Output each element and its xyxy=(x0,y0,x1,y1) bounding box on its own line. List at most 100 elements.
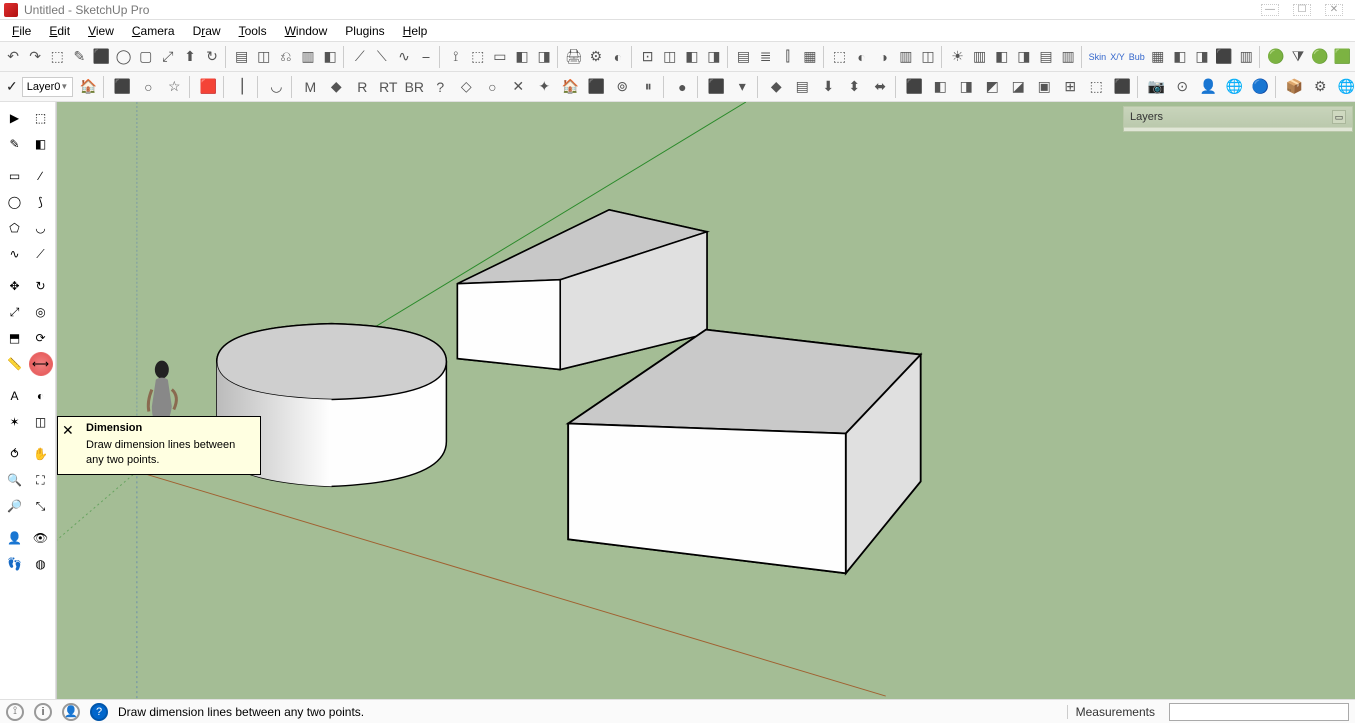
toolbar1-btn-5[interactable]: ◯ xyxy=(113,44,135,70)
toolbar2-btn-10[interactable]: ◡ xyxy=(263,74,289,100)
tool-line[interactable]: ∕ xyxy=(29,164,53,188)
toolbar1-btn-13[interactable]: ⎌ xyxy=(275,44,297,70)
toolbar2-btn-34[interactable]: ⬇ xyxy=(815,74,841,100)
toolbar1-btn-25[interactable]: ◧ xyxy=(511,44,533,70)
maximize-button[interactable]: ☐ xyxy=(1293,4,1311,16)
toolbar1-btn-22[interactable]: ⟟ xyxy=(445,44,467,70)
toolbar2-btn-33[interactable]: ▤ xyxy=(789,74,815,100)
toolbar2-btn-52[interactable]: 🔵 xyxy=(1247,74,1273,100)
tool-position[interactable]: 👤 xyxy=(3,526,27,550)
toolbar1-btn-53[interactable]: ▥ xyxy=(1057,44,1079,70)
toolbar1-btn-18[interactable]: ⟍ xyxy=(371,44,393,70)
toolbar1-btn-39[interactable]: ⫿ xyxy=(777,44,799,70)
toolbar1-btn-17[interactable]: ⟋ xyxy=(349,44,371,70)
toolbar2-btn-23[interactable]: ⬛ xyxy=(583,74,609,100)
toolbar2-btn-27[interactable]: ● xyxy=(669,74,695,100)
menu-draw[interactable]: Draw xyxy=(185,22,229,40)
toolbar2-btn-41[interactable]: ◩ xyxy=(979,74,1005,100)
toolbar1-btn-14[interactable]: ▥ xyxy=(297,44,319,70)
toolbar1-btn-46[interactable]: ◫ xyxy=(917,44,939,70)
tool-pencil[interactable]: ✎ xyxy=(3,132,27,156)
toolbar2-btn-14[interactable]: R xyxy=(349,74,375,100)
menu-file[interactable]: File xyxy=(4,22,39,40)
tool-xray[interactable]: ◍ xyxy=(29,552,53,576)
toolbar1-btn-49[interactable]: ▥ xyxy=(969,44,991,70)
toolbar1-btn-52[interactable]: ▤ xyxy=(1035,44,1057,70)
toolbar1-btn-64[interactable]: 🟩 xyxy=(1331,44,1353,70)
toolbar2-btn-50[interactable]: 👤 xyxy=(1195,74,1221,100)
tool-next[interactable]: ⤡ xyxy=(29,494,53,518)
tool-arc[interactable]: ◡ xyxy=(29,216,53,240)
toolbar1-btn-57[interactable]: ◨ xyxy=(1191,44,1213,70)
toolbar2-btn-36[interactable]: ⬌ xyxy=(867,74,893,100)
toolbar2-btn-45[interactable]: ⬚ xyxy=(1083,74,1109,100)
tool-section[interactable]: ◫ xyxy=(29,410,53,434)
toolbar2-btn-46[interactable]: ⬛ xyxy=(1109,74,1135,100)
toolbar2-btn-0[interactable]: 🏠 xyxy=(75,74,101,100)
toolbar2-btn-49[interactable]: ⊙ xyxy=(1169,74,1195,100)
toolbar1-btn-1[interactable]: ↷ xyxy=(24,44,46,70)
toolbar1-btn-51[interactable]: ◨ xyxy=(1013,44,1035,70)
layer-selector[interactable]: Layer0 ▼ xyxy=(22,77,74,97)
toolbar2-btn-30[interactable]: ▾ xyxy=(729,74,755,100)
tool-rect[interactable]: ▭ xyxy=(3,164,27,188)
tool-orbit[interactable]: ⥀ xyxy=(3,442,27,466)
tool-look[interactable]: 👁 xyxy=(29,526,53,550)
tool-zoomext[interactable]: ⛶ xyxy=(29,468,53,492)
toolbar2-btn-3[interactable]: ○ xyxy=(135,74,161,100)
tool-freehand[interactable]: ∿ xyxy=(3,242,27,266)
layers-panel-close-icon[interactable]: ▭ xyxy=(1332,110,1346,124)
tool-text[interactable]: A xyxy=(3,384,27,408)
toolbar2-btn-24[interactable]: ⊚ xyxy=(609,74,635,100)
toolbar2-btn-39[interactable]: ◧ xyxy=(927,74,953,100)
toolbar2-btn-38[interactable]: ⬛ xyxy=(901,74,927,100)
toolbar1-btn-2[interactable]: ⬚ xyxy=(46,44,68,70)
toolbar1-btn-38[interactable]: ≣ xyxy=(755,44,777,70)
toolbar1-btn-59[interactable]: ▥ xyxy=(1235,44,1257,70)
viewport[interactable]: Layers ▭ ✕ Dimension Draw dimension line… xyxy=(56,102,1355,699)
toolbar1-btn-28[interactable]: 🖨 xyxy=(563,44,585,70)
tool-followme[interactable]: ⟳ xyxy=(29,326,53,350)
toolbar2-btn-6[interactable]: 🟥 xyxy=(195,74,221,100)
toolbar1-btn-44[interactable]: ◑ xyxy=(873,44,895,70)
toolbar2-btn-20[interactable]: ✕ xyxy=(505,74,531,100)
tool-curve[interactable]: ⟆ xyxy=(29,190,53,214)
toolbar2-btn-25[interactable]: ⏸ xyxy=(635,74,661,100)
toolbar1-btn-50[interactable]: ◧ xyxy=(991,44,1013,70)
tool-axes[interactable]: ✶ xyxy=(3,410,27,434)
layers-panel[interactable]: Layers ▭ xyxy=(1123,106,1353,132)
toolbar2-btn-4[interactable]: ☆ xyxy=(161,74,187,100)
toolbar1-label-skin[interactable]: Skin xyxy=(1087,52,1109,62)
toolbar1-btn-42[interactable]: ⬚ xyxy=(828,44,850,70)
toolbar2-btn-2[interactable]: ⬛ xyxy=(109,74,135,100)
tool-dimension[interactable]: ⟷ xyxy=(29,352,53,376)
toolbar1-btn-45[interactable]: ▥ xyxy=(895,44,917,70)
menu-window[interactable]: Window xyxy=(277,22,336,40)
tool-polygon[interactable]: ⬠ xyxy=(3,216,27,240)
toolbar1-label-x/y[interactable]: X/Y xyxy=(1108,52,1127,62)
toolbar1-btn-24[interactable]: ▭ xyxy=(489,44,511,70)
toolbar1-btn-30[interactable]: ◐ xyxy=(607,44,629,70)
menu-edit[interactable]: Edit xyxy=(41,22,78,40)
toolbar2-btn-15[interactable]: RT xyxy=(375,74,401,100)
toolbar1-btn-26[interactable]: ◨ xyxy=(533,44,555,70)
toolbar2-btn-35[interactable]: ⬍ xyxy=(841,74,867,100)
status-help-icon[interactable]: ? xyxy=(90,703,108,721)
tool-pan[interactable]: ✋ xyxy=(29,442,53,466)
toolbar1-btn-6[interactable]: ▢ xyxy=(135,44,157,70)
toolbar1-btn-7[interactable]: ⤢ xyxy=(157,44,179,70)
tool-pushpull[interactable]: ⬒ xyxy=(3,326,27,350)
toolbar1-label-bub[interactable]: Bub xyxy=(1127,52,1147,62)
toolbar1-btn-9[interactable]: ↻ xyxy=(201,44,223,70)
toolbar2-btn-54[interactable]: 📦 xyxy=(1281,74,1307,100)
tool-circle[interactable]: ◯ xyxy=(3,190,27,214)
toolbar1-btn-40[interactable]: ▦ xyxy=(799,44,821,70)
toolbar1-btn-11[interactable]: ▤ xyxy=(231,44,253,70)
status-credits-icon[interactable]: i xyxy=(34,703,52,721)
status-geo-icon[interactable]: ⟟ xyxy=(6,703,24,721)
toolbar2-btn-22[interactable]: 🏠 xyxy=(557,74,583,100)
toolbar2-btn-17[interactable]: ? xyxy=(427,74,453,100)
status-signin-icon[interactable]: 👤 xyxy=(62,703,80,721)
toolbar1-btn-19[interactable]: ∿ xyxy=(393,44,415,70)
tool-tape[interactable]: 📏 xyxy=(3,352,27,376)
